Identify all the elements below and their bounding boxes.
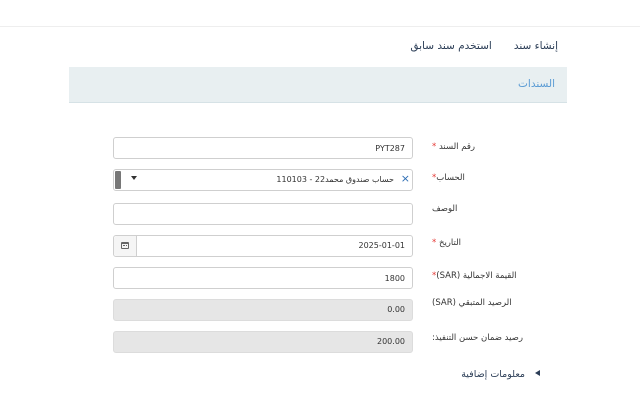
voucher-tabs: إنشاء سند استخدم سند سابق xyxy=(410,40,558,52)
account-value: 110103 - حساب صندوق محمد22 xyxy=(276,175,394,184)
voucher-number-label: رقم السند * xyxy=(432,142,476,152)
date-value: 2025-01-01 xyxy=(358,241,406,250)
account-label: الحساب* xyxy=(432,173,465,183)
description-field[interactable] xyxy=(113,203,413,225)
description-label: الوصف xyxy=(432,204,458,214)
tab-use-previous-voucher[interactable]: استخدم سند سابق xyxy=(410,40,492,52)
remaining-balance-label: الرصيد المتبقي (SAR) xyxy=(432,298,512,308)
guarantee-balance-value: 200.00 xyxy=(377,337,405,346)
required-mark: * xyxy=(432,142,437,152)
required-mark: * xyxy=(432,238,437,248)
clear-icon[interactable]: × xyxy=(401,172,410,186)
top-bar xyxy=(0,0,640,27)
additional-info-toggle[interactable]: معلومات إضافية xyxy=(461,369,540,380)
remaining-balance-field: 0.00 xyxy=(113,299,413,321)
voucher-number-field[interactable] xyxy=(113,137,413,159)
date-picker-button[interactable] xyxy=(114,236,137,256)
date-field[interactable]: 2025-01-01 xyxy=(113,235,413,257)
voucher-number-input[interactable] xyxy=(114,138,412,158)
panel-title: السندات xyxy=(518,78,555,90)
tab-create-voucher[interactable]: إنشاء سند xyxy=(514,40,558,52)
guarantee-balance-field: 200.00 xyxy=(113,331,413,353)
chevron-down-icon[interactable] xyxy=(131,176,137,180)
panel-header: السندات xyxy=(69,67,567,103)
total-value-field[interactable] xyxy=(113,267,413,289)
date-label: التاريخ * xyxy=(432,238,462,248)
account-select[interactable]: 110103 - حساب صندوق محمد22 × xyxy=(113,169,413,191)
guarantee-balance-label: رصيد ضمان حسن التنفيذ: xyxy=(432,333,523,343)
caret-left-icon xyxy=(535,370,540,376)
additional-info-label: معلومات إضافية xyxy=(461,369,525,380)
calendar-icon xyxy=(121,242,129,249)
total-value-label: القيمة الاجمالية (SAR)* xyxy=(432,271,517,281)
drag-handle-icon[interactable] xyxy=(115,171,121,189)
description-input[interactable] xyxy=(114,204,412,224)
total-value-input[interactable] xyxy=(114,268,412,288)
remaining-balance-value: 0.00 xyxy=(387,305,405,314)
